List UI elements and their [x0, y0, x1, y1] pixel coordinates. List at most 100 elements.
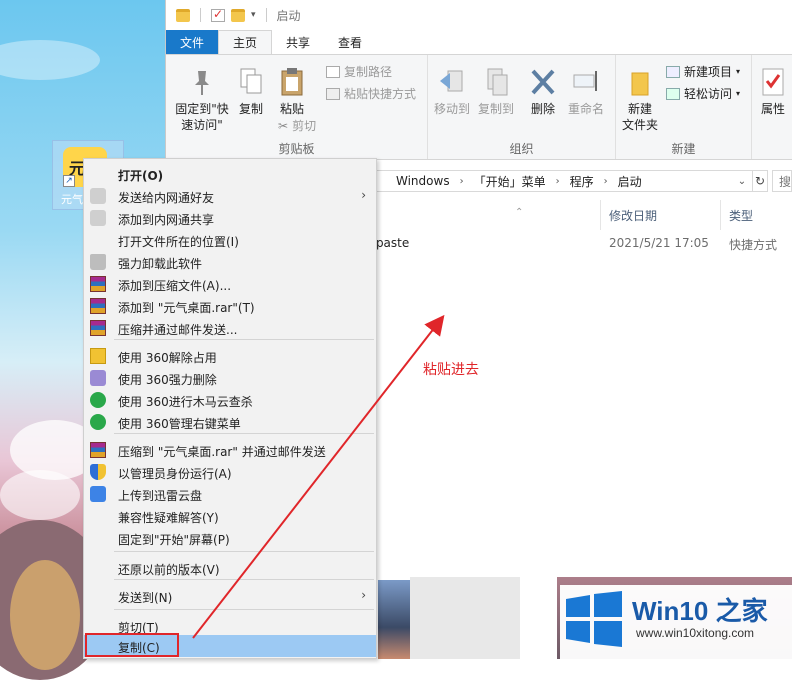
rename-icon	[572, 67, 600, 97]
context-menu-item[interactable]: 打开(O)	[84, 163, 376, 185]
tab-share[interactable]: 共享	[272, 30, 324, 54]
file-date: 2021/5/21 17:05	[609, 236, 709, 250]
easy-access-icon	[666, 87, 680, 100]
context-menu-item[interactable]: 添加到压缩文件(A)...	[84, 273, 376, 295]
paste-shortcut-icon	[326, 87, 340, 100]
paste-icon	[278, 67, 306, 97]
context-menu-item-label: 添加到 "元气桌面.rar"(T)	[118, 301, 255, 315]
360-delete-icon	[90, 370, 106, 386]
paste-label: 粘贴	[279, 102, 304, 116]
menu-separator	[114, 609, 374, 610]
breadcrumb-programs[interactable]: 程序	[570, 173, 594, 190]
pin-icon	[188, 67, 216, 97]
new-group-label: 新建	[671, 142, 696, 156]
breadcrumb-start-menu[interactable]: 「开始」菜单	[474, 173, 546, 190]
breadcrumb-startup[interactable]: 启动	[618, 173, 642, 190]
move-to-button[interactable]: 移动到	[432, 67, 472, 117]
context-menu-item-label: 添加到内网通共享	[118, 213, 215, 227]
address-dropdown-icon[interactable]: ⌄	[732, 176, 752, 187]
shortcut-arrow-icon: ↗	[63, 175, 75, 187]
pin-label: 固定到"快 速访问"	[175, 102, 229, 132]
context-menu-item[interactable]: 添加到 "元气桌面.rar"(T)	[84, 295, 376, 317]
trash-icon	[90, 254, 106, 270]
context-menu-item-label: 使用 360解除占用	[118, 351, 217, 365]
new-folder-icon[interactable]	[231, 8, 245, 22]
watermark-url: www.win10xitong.com	[636, 626, 755, 640]
context-menu-item-label: 上传到迅雷云盘	[118, 489, 203, 503]
paste-button[interactable]: 粘贴	[274, 67, 310, 117]
organize-group: 移动到 复制到 删除 重命名 组织	[428, 55, 616, 159]
context-menu-item[interactable]: 使用 360解除占用	[84, 345, 376, 367]
context-menu-item[interactable]: 压缩并通过邮件发送...	[84, 317, 376, 339]
context-menu-item[interactable]: 使用 360强力删除	[84, 367, 376, 389]
copy-to-button[interactable]: 复制到	[476, 67, 516, 117]
context-menu-item-label: 强力卸载此软件	[118, 257, 203, 271]
quick-access-dropdown-icon[interactable]: ▾	[251, 10, 256, 20]
rar-icon	[90, 442, 106, 458]
context-menu-item-label: 打开(O)	[118, 169, 164, 183]
context-menu-item-label: 压缩到 "元气桌面.rar" 并通过邮件发送	[118, 445, 326, 459]
context-menu-item-label: 发送给内网通好友	[118, 191, 215, 205]
chevron-right-icon: ›	[459, 175, 464, 187]
column-date-modified[interactable]: 修改日期	[609, 207, 657, 224]
context-menu-item[interactable]: 使用 360管理右键菜单	[84, 411, 376, 433]
windows-logo-icon	[566, 591, 622, 647]
properties-check-icon[interactable]	[211, 7, 225, 22]
context-menu-item-label: 使用 360强力删除	[118, 373, 217, 387]
refresh-button[interactable]: ↻	[753, 170, 768, 192]
cut-button[interactable]: ✂ 剪切	[278, 117, 316, 134]
organize-group-label: 组织	[509, 142, 534, 156]
copy-path-button[interactable]: 复制路径	[326, 63, 392, 80]
context-menu-item[interactable]: 兼容性疑难解答(Y)	[84, 505, 376, 527]
context-menu-item[interactable]: 压缩到 "元气桌面.rar" 并通过邮件发送	[84, 439, 376, 461]
rar-icon	[90, 276, 106, 292]
rar-icon	[90, 298, 106, 314]
menu-separator	[114, 433, 374, 434]
360-unlock-icon	[90, 348, 106, 364]
rename-button[interactable]: 重命名	[564, 67, 608, 117]
delete-x-icon	[529, 67, 557, 97]
new-item-button[interactable]: 新建项目 ▾	[666, 63, 740, 80]
context-menu-item[interactable]: 发送到(N) ›	[84, 585, 376, 607]
share-icon	[90, 210, 106, 226]
highlight-box	[85, 633, 179, 657]
360-scan-icon	[90, 392, 106, 408]
new-group: 新建 文件夹 新建项目 ▾ 轻松访问 ▾ 新建	[616, 55, 752, 159]
folder-icon[interactable]	[176, 8, 190, 22]
move-to-icon	[438, 67, 466, 97]
scissors-icon: ✂	[278, 118, 289, 133]
context-menu-item[interactable]: 强力卸载此软件	[84, 251, 376, 273]
tab-file[interactable]: 文件	[166, 30, 219, 54]
context-menu-item[interactable]: 还原以前的版本(V)	[84, 557, 376, 579]
360-menu-icon	[90, 414, 106, 430]
context-menu-item[interactable]: 发送给内网通好友 ›	[84, 185, 376, 207]
easy-access-button[interactable]: 轻松访问 ▾	[666, 85, 740, 102]
paste-shortcut-button[interactable]: 粘贴快捷方式	[326, 85, 416, 102]
context-menu-item[interactable]: 以管理员身份运行(A)	[84, 461, 376, 483]
tab-view[interactable]: 查看	[324, 30, 376, 54]
context-menu-item[interactable]: 添加到内网通共享	[84, 207, 376, 229]
menu-separator	[114, 579, 374, 580]
context-menu-item-label: 打开文件所在的位置(I)	[118, 235, 239, 249]
search-input[interactable]: 搜	[771, 170, 792, 192]
refresh-icon: ↻	[754, 174, 766, 188]
context-menu-item[interactable]: 上传到迅雷云盘	[84, 483, 376, 505]
context-menu-item[interactable]: 固定到"开始"屏幕(P)	[84, 527, 376, 549]
breadcrumb-windows[interactable]: Windows	[396, 174, 450, 188]
tab-home[interactable]: 主页	[218, 30, 273, 54]
window-title: 启动	[276, 8, 301, 23]
copy-label: 复制	[238, 102, 263, 116]
properties-icon	[759, 67, 787, 97]
context-menu-item[interactable]: 使用 360进行木马云查杀	[84, 389, 376, 411]
context-menu-item[interactable]: 打开文件所在的位置(I)	[84, 229, 376, 251]
pin-quick-access-button[interactable]: 固定到"快 速访问"	[172, 67, 232, 133]
copy-to-icon	[482, 67, 510, 97]
properties-button[interactable]: 属性	[756, 67, 790, 117]
copy-button[interactable]: 复制	[234, 67, 268, 117]
sort-up-icon: ⌃	[515, 207, 524, 218]
submenu-chevron-icon: ›	[361, 588, 366, 602]
column-type[interactable]: 类型	[729, 207, 753, 224]
new-folder-button[interactable]: 新建 文件夹	[620, 67, 660, 133]
delete-button[interactable]: 删除	[526, 67, 560, 117]
title-bar: ▾ 启动	[166, 0, 792, 30]
